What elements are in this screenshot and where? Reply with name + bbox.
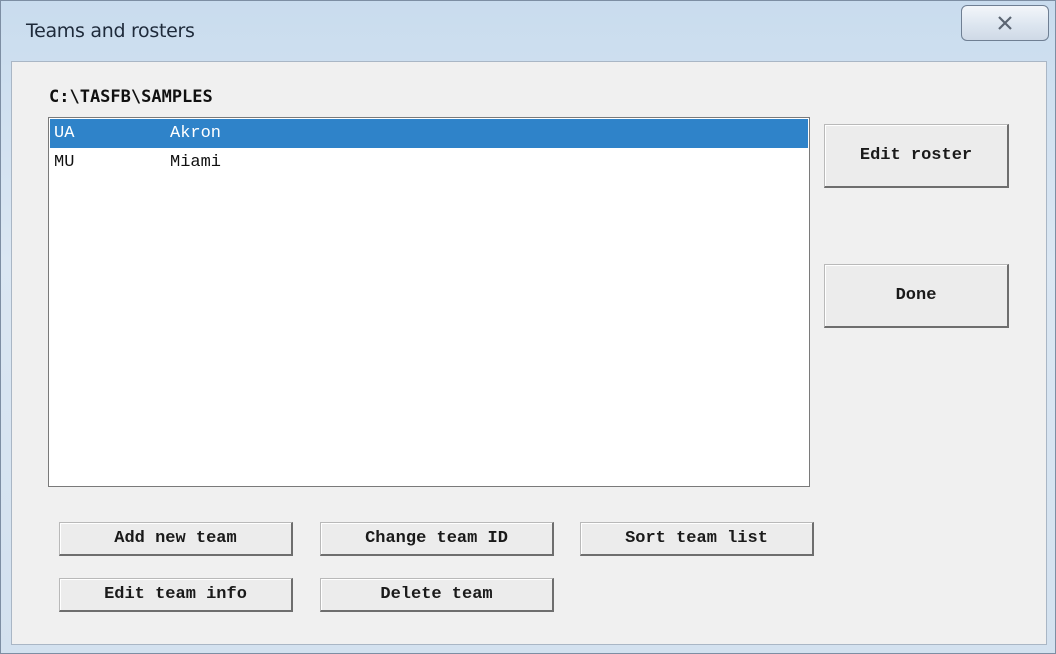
team-listbox[interactable]: UA Akron MU Miami (48, 117, 810, 487)
list-item[interactable]: MU Miami (50, 148, 808, 177)
list-item[interactable]: UA Akron (50, 119, 808, 148)
sort-team-list-button[interactable]: Sort team list (580, 522, 814, 556)
edit-team-info-button[interactable]: Edit team info (59, 578, 293, 612)
dialog-body: C:\TASFB\SAMPLES UA Akron MU Miami Edit … (11, 61, 1047, 645)
change-team-id-button[interactable]: Change team ID (320, 522, 554, 556)
team-name: Miami (170, 153, 222, 172)
window-title: Teams and rosters (26, 20, 195, 42)
add-new-team-button[interactable]: Add new team (59, 522, 293, 556)
done-button[interactable]: Done (824, 264, 1009, 328)
team-name: Akron (170, 124, 222, 143)
directory-path: C:\TASFB\SAMPLES (49, 87, 213, 107)
team-id: UA (54, 124, 75, 143)
title-bar[interactable]: Teams and rosters (1, 1, 1055, 57)
team-id: MU (54, 153, 75, 172)
delete-team-button[interactable]: Delete team (320, 578, 554, 612)
edit-roster-button[interactable]: Edit roster (824, 124, 1009, 188)
close-icon (997, 16, 1013, 30)
dialog-window: Teams and rosters C:\TASFB\SAMPLES UA Ak… (0, 0, 1056, 654)
close-button[interactable] (961, 5, 1049, 41)
